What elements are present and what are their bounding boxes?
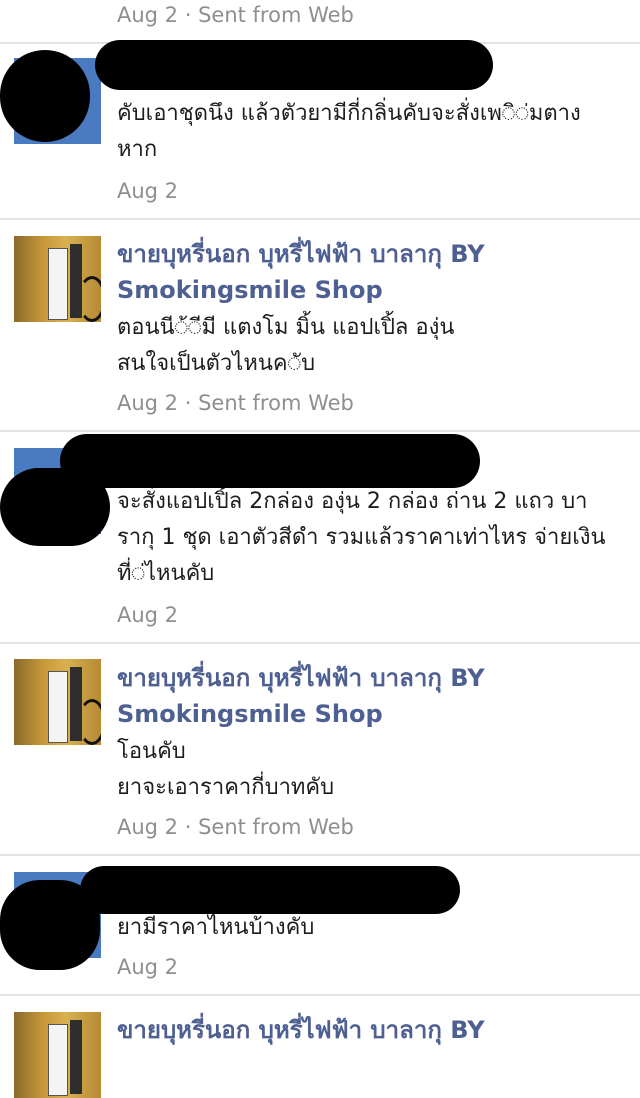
message-text: โอนคับ ยาจะเอาราคากี่บาทคับ	[117, 739, 335, 800]
message-text: ตอนนี◌้◌ีมี แตงโม มิ้น แอปเปิ้ล องุ่น สน…	[117, 315, 455, 376]
message-text: จะสั่งแอปเปิ้ล 2กล่อง องุ่น 2 กล่อง ถ่าน…	[117, 489, 606, 586]
redaction-mark	[80, 866, 460, 914]
sender-name[interactable]: ขายบุหรี่นอก บุหรี่ไฟฟ้า บาลากุ BY Smoki…	[117, 660, 617, 732]
sender-name[interactable]: ขายบุหรี่นอก บุหรี่ไฟฟ้า บาลากุ BY Smoki…	[117, 236, 617, 308]
sender-name[interactable]: ขายบุหรี่นอก บุหรี่ไฟฟ้า บาลากุ BY	[117, 1012, 617, 1048]
divider	[0, 430, 640, 432]
product-image-cable	[78, 699, 101, 745]
message-meta: Aug 2	[117, 603, 179, 627]
message-text: คับเอาชุดนึง แล้วตัวยามีกี่กลิ่นคับจะสั่…	[117, 101, 581, 162]
redaction-mark	[0, 50, 90, 142]
product-image-device	[70, 1020, 82, 1094]
divider	[0, 994, 640, 996]
divider	[0, 854, 640, 856]
divider	[0, 642, 640, 644]
avatar[interactable]	[14, 236, 101, 322]
message-text: ยามีราคาไหนบ้างคับ	[117, 915, 315, 940]
message-meta: Aug 2	[117, 955, 179, 979]
redaction-mark	[95, 40, 493, 90]
product-image-device	[48, 671, 68, 743]
divider	[0, 218, 640, 220]
message-meta: Aug 2 · Sent from Web	[117, 815, 354, 839]
avatar[interactable]	[14, 659, 101, 745]
message-meta: Aug 2 · Sent from Web	[117, 391, 354, 415]
product-image-cable	[78, 276, 101, 322]
message-meta: Aug 2	[117, 179, 179, 203]
redaction-mark	[60, 434, 480, 488]
product-image-device	[48, 1024, 68, 1096]
avatar[interactable]	[14, 1012, 101, 1098]
product-image-device	[48, 248, 68, 320]
message-meta: Aug 2 · Sent from Web	[117, 3, 354, 27]
